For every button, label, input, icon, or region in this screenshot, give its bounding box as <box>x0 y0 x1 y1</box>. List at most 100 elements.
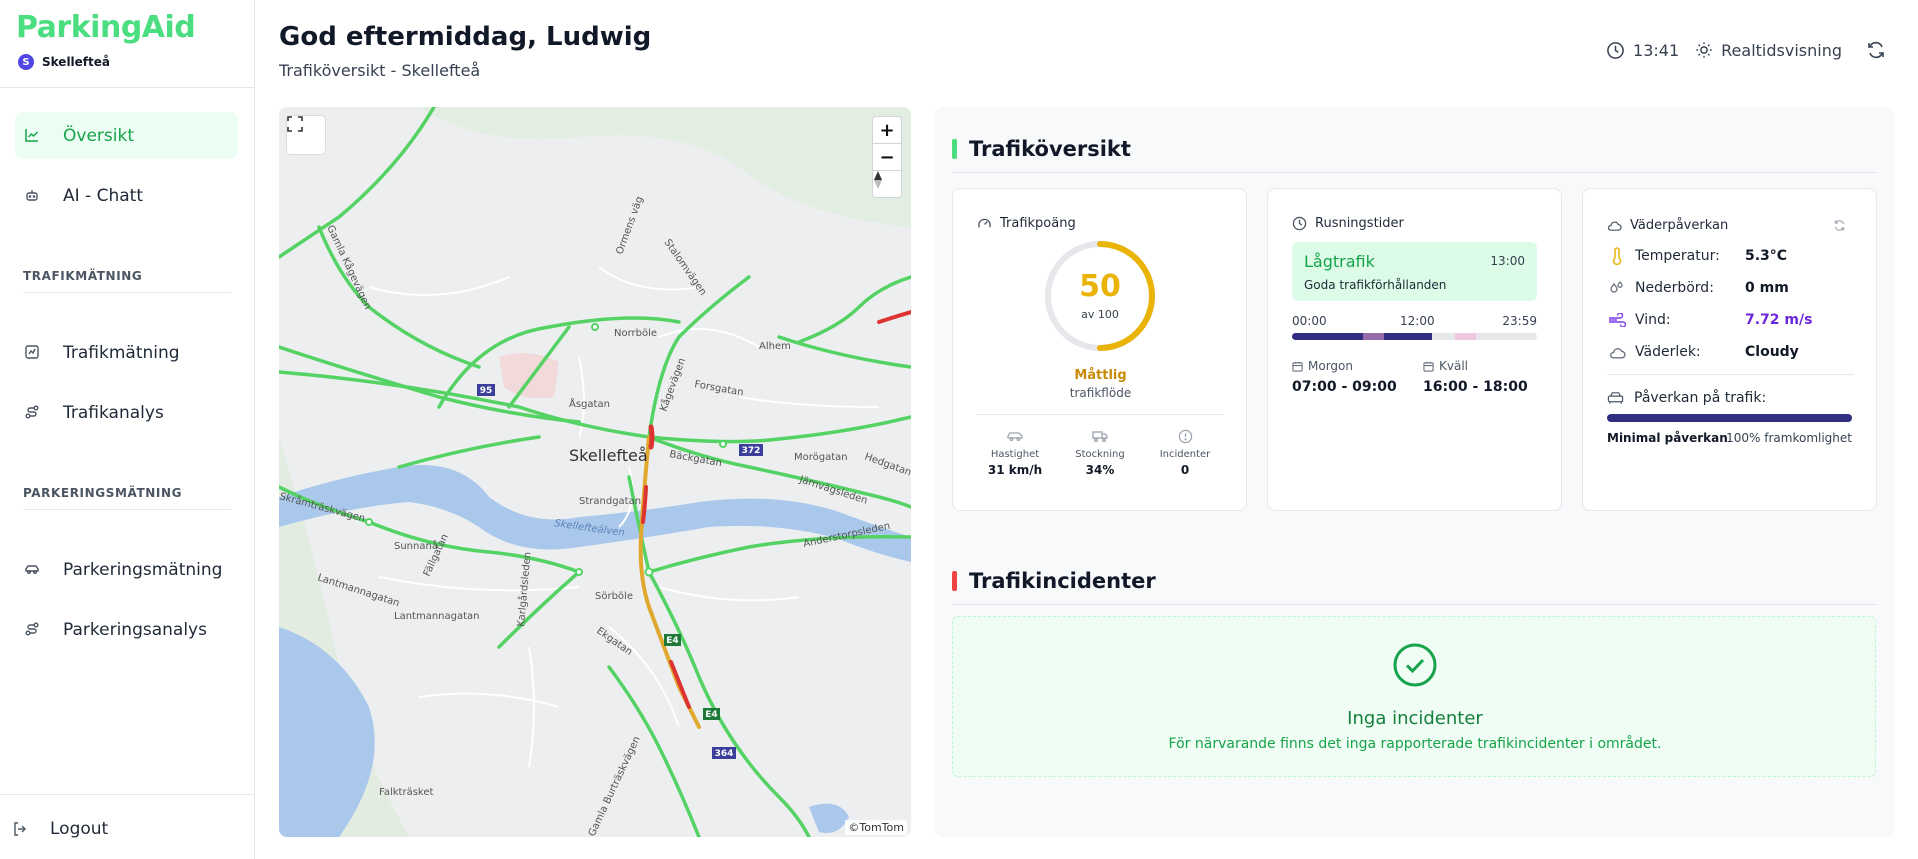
accent-bar <box>952 139 957 159</box>
no-incidents-box: Inga incidenter För närvarande finns det… <box>952 616 1876 777</box>
section-title: Trafikincidenter <box>969 569 1156 593</box>
wind-icon <box>1609 313 1626 327</box>
logout-button[interactable]: Logout <box>12 814 108 844</box>
timeline-rush-evening <box>1454 333 1476 340</box>
impact-progress <box>1607 414 1852 422</box>
rush-status: Lågtrafik <box>1304 252 1375 271</box>
weather-label: Väderlek: <box>1635 344 1701 360</box>
map-label: Lantmannagatan <box>394 611 480 622</box>
map-label: Sunnanå <box>394 539 438 552</box>
weather-row-wind: Vind: 7.72 m/s <box>1607 310 1852 330</box>
zoom-in-button[interactable]: + <box>872 116 902 144</box>
sidebar-item-trafikanalys[interactable]: Trafikanalys <box>15 389 238 436</box>
card-title: Rusningstider <box>1292 216 1404 231</box>
sidebar-item-parkeringsanalys[interactable]: Parkeringsanalys <box>15 606 238 653</box>
compass-button[interactable] <box>872 170 902 198</box>
bot-icon <box>26 190 38 201</box>
header-actions: 13:41 Realtidsvisning <box>1606 40 1886 60</box>
logout-label: Logout <box>50 819 109 839</box>
rush-status-desc: Goda trafikförhållanden <box>1304 278 1447 292</box>
city-selector[interactable]: S Skellefteå <box>18 54 110 70</box>
calendar-icon <box>1292 361 1303 372</box>
sidebar: ParkingAid S Skellefteå Översikt AI - Ch… <box>0 0 255 859</box>
droplets-icon <box>1610 280 1623 293</box>
rush-period-morning: Morgon 07:00 - 09:00 <box>1292 359 1397 395</box>
divider <box>0 794 254 795</box>
clock-icon <box>1607 41 1624 59</box>
timeline-rush-morning <box>1363 333 1384 340</box>
rush-status-box: Lågtrafik 13:00 Goda trafikförhållanden <box>1292 242 1537 301</box>
section-title-traffic: TRAFIKMÄTNING <box>23 269 143 283</box>
divider <box>1607 374 1854 375</box>
map-label-e4: E4 <box>705 710 717 720</box>
expand-icon <box>287 116 303 132</box>
refresh-icon[interactable] <box>1866 40 1886 60</box>
page-title: God eftermiddag, Ludwig <box>279 22 652 52</box>
brand-logo[interactable]: ParkingAid <box>16 10 196 45</box>
weather-label: Temperatur: <box>1635 248 1720 264</box>
map-attribution[interactable]: ©TomTom <box>845 820 907 835</box>
card-title-text: Trafikpoäng <box>1000 216 1076 231</box>
weather-value: 7.72 m/s <box>1745 312 1813 328</box>
weather-row-condition: Väderlek: Cloudy <box>1607 342 1852 362</box>
city-name: Skellefteå <box>42 55 110 69</box>
score-max: av 100 <box>1081 308 1119 321</box>
stat-congestion: Stockning 34% <box>1060 429 1140 477</box>
divider <box>23 292 231 293</box>
timeline-start: 00:00 <box>1292 314 1327 328</box>
map-label: Morögatan <box>794 452 848 463</box>
weather-value: 0 mm <box>1745 280 1789 296</box>
timeline-mid: 12:00 <box>1400 314 1435 328</box>
map-label-city: Skellefteå <box>569 446 648 465</box>
weather-value: Cloudy <box>1745 344 1799 360</box>
map-label: Åsgatan <box>569 397 610 410</box>
period-label: Kväll <box>1439 359 1468 373</box>
sidebar-item-parkeringsmatning[interactable]: Parkeringsmätning <box>15 546 238 593</box>
card-title: Väderpåverkan <box>1607 218 1728 233</box>
route-icon <box>25 622 39 636</box>
rush-status-time: 13:00 <box>1490 254 1525 268</box>
realtime-toggle[interactable]: Realtidsvisning <box>1695 41 1842 60</box>
map-label: Sörböle <box>595 591 633 602</box>
section-title-parking: PARKERINGSMÄTNING <box>23 486 183 500</box>
stat-speed: Hastighet 31 km/h <box>975 429 1055 477</box>
weather-row-temperature: Temperatur: 5.3°C <box>1607 246 1852 266</box>
gauge-icon <box>978 218 991 228</box>
route-icon <box>25 405 39 419</box>
car-front-icon <box>1607 392 1624 404</box>
accent-bar <box>952 571 957 591</box>
stat-value: 0 <box>1180 463 1190 477</box>
sidebar-item-oversikt[interactable]: Översikt <box>15 112 238 159</box>
cloud-icon <box>1609 347 1626 359</box>
section-title: Trafiköversikt <box>969 137 1131 161</box>
rush-period-evening: Kväll 16:00 - 18:00 <box>1423 359 1528 395</box>
sidebar-item-label: Parkeringsmätning <box>63 559 223 580</box>
score-value: 50 <box>1079 269 1121 304</box>
no-incidents-title: Inga incidenter <box>1347 708 1483 729</box>
map-label-r95: 95 <box>480 386 493 396</box>
card-title-text: Rusningstider <box>1315 216 1404 231</box>
overview-panel: Trafiköversikt Trafikpoäng 50 av 100 Måt… <box>935 107 1895 837</box>
map-canvas: 95 372 E4 E4 364 Åsgatan Norrböle Alhem … <box>279 107 911 837</box>
no-incidents-desc: För närvarande finns det inga rapportera… <box>1168 736 1662 752</box>
stat-label: Hastighet <box>990 449 1040 460</box>
timeline-progress <box>1292 333 1432 340</box>
card-title: Trafikpoäng <box>977 216 1076 231</box>
thermometer-icon <box>1612 247 1622 265</box>
sidebar-item-ai-chatt[interactable]: AI - Chatt <box>15 172 238 219</box>
traffic-map[interactable]: 95 372 E4 E4 364 Åsgatan Norrböle Alhem … <box>279 107 911 837</box>
stat-label: Incidenter <box>1159 449 1211 460</box>
map-label-e4: E4 <box>666 636 678 646</box>
weather-card: Väderpåverkan Temperatur: 5.3°C Nederbör… <box>1582 188 1877 511</box>
weather-row-precipitation: Nederbörd: 0 mm <box>1607 278 1852 298</box>
map-label: Falkträsket <box>379 787 433 798</box>
zoom-out-button[interactable]: − <box>872 143 902 171</box>
impact-accessibility: 100% framkomlighet <box>1726 431 1852 445</box>
sidebar-item-trafikmatning[interactable]: Trafikmätning <box>15 329 238 376</box>
cloud-icon <box>1607 221 1622 231</box>
fullscreen-button[interactable] <box>287 116 325 154</box>
refresh-icon[interactable] <box>1833 219 1846 232</box>
score-gauge: 50 av 100 <box>1043 239 1157 353</box>
period-label: Morgon <box>1308 359 1353 373</box>
weather-label: Vind: <box>1635 312 1671 328</box>
